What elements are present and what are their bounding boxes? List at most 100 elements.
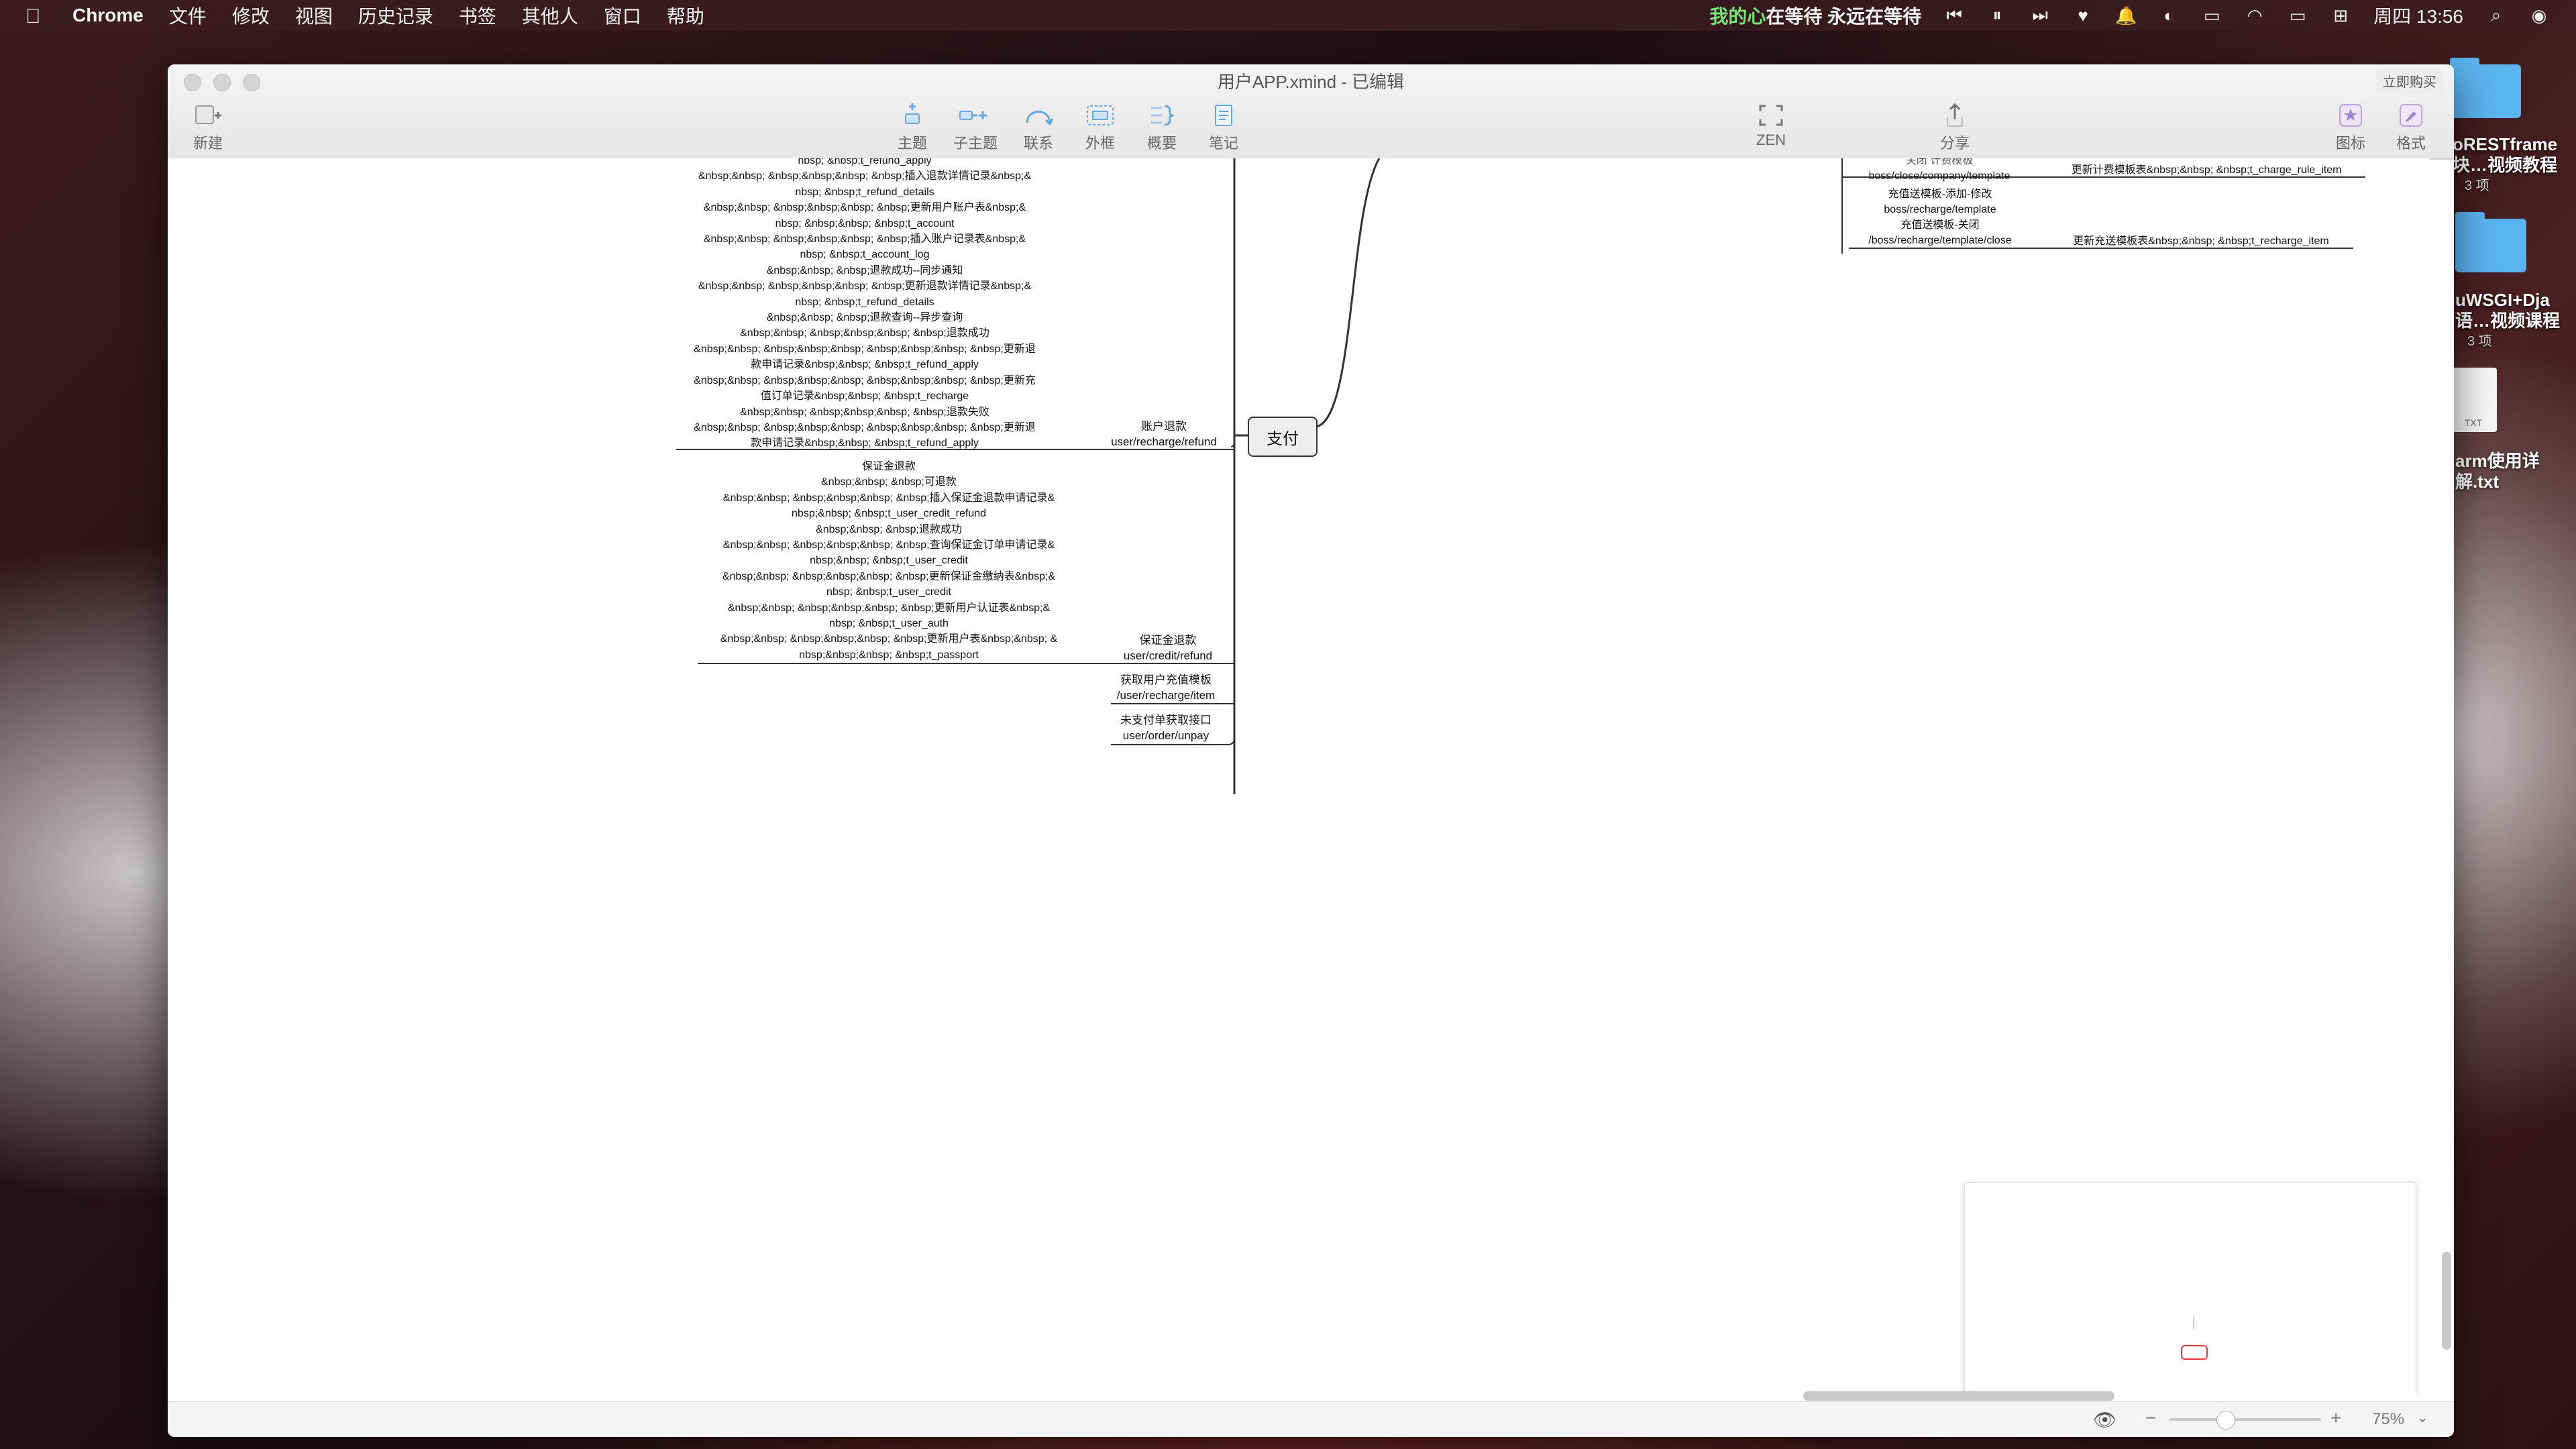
recharge-template-node[interactable]: 充值送模板-添加-修改 boss/recharge/template 充值送模板… bbox=[1849, 186, 2031, 248]
previous-track-icon[interactable]: ⏮ bbox=[1944, 5, 1964, 25]
chevron-down-icon[interactable]: ⌄ bbox=[2416, 1409, 2428, 1426]
zoom-level[interactable]: 75% bbox=[2372, 1410, 2404, 1429]
wifi-icon[interactable]: ◠ bbox=[2245, 5, 2265, 25]
clock[interactable]: 周四 13:56 bbox=[2373, 2, 2463, 29]
minimap-panel[interactable] bbox=[1964, 1182, 2416, 1395]
relation-icon bbox=[1005, 102, 1072, 129]
text-line: nbsp; &nbsp;t_account_log bbox=[800, 249, 930, 261]
node-title: 更新充送模板表&nbsp;&nbsp; &nbsp;t_recharge_ite… bbox=[2073, 235, 2329, 247]
siri-icon[interactable]: ◉ bbox=[2529, 5, 2549, 25]
account-refund-node[interactable]: 账户退款 user/recharge/refund bbox=[1100, 419, 1228, 449]
close-template-node[interactable]: 关闭 计费模板 boss/close/company/template bbox=[1849, 158, 2030, 184]
eye-icon[interactable]: 👁 bbox=[2093, 1409, 2117, 1431]
text-line: 款申请记录&nbsp;&nbsp; &nbsp;t_refund_apply bbox=[751, 359, 979, 371]
new-document-icon bbox=[174, 102, 241, 129]
credit-refund-text[interactable]: 保证金退款 &nbsp;&nbsp; &nbsp;可退款 &nbsp;&nbsp… bbox=[699, 459, 1079, 663]
pause-icon[interactable]: ⏸ bbox=[1987, 5, 2007, 25]
horizontal-scrollbar[interactable] bbox=[1803, 1391, 2114, 1401]
node-line: /boss/recharge/template/close bbox=[1868, 235, 2012, 246]
mindmap-canvas[interactable]: nbsp; &nbsp;t_refund_apply &nbsp;&nbsp; … bbox=[168, 158, 2430, 1395]
summary-button[interactable]: 概要 bbox=[1128, 102, 1195, 153]
refund-details-text[interactable]: nbsp; &nbsp;t_refund_apply &nbsp;&nbsp; … bbox=[675, 158, 1055, 451]
share-button[interactable]: 分享 bbox=[1921, 102, 1988, 153]
desktop-item-title-2: 块…视频教程 bbox=[2453, 155, 2558, 175]
text-file-icon[interactable]: TXT bbox=[2450, 368, 2497, 432]
icons-button[interactable]: 图标 bbox=[2317, 102, 2384, 153]
apple-icon[interactable]:  bbox=[25, 5, 43, 28]
text-line: nbsp; &nbsp;t_user_auth bbox=[829, 618, 949, 630]
zoom-out-button[interactable]: − bbox=[2145, 1407, 2156, 1429]
text-line: &nbsp;&nbsp; &nbsp;&nbsp;&nbsp; &nbsp;&n… bbox=[694, 421, 1036, 433]
credit-refund-node[interactable]: 保证金退款 user/credit/refund bbox=[1104, 633, 1232, 663]
desktop-folder-icon[interactable] bbox=[2455, 212, 2526, 272]
vpn-icon[interactable]: ◐ bbox=[2159, 5, 2179, 25]
zoom-slider[interactable] bbox=[2169, 1418, 2321, 1421]
battery-icon[interactable]: ▭ bbox=[2288, 5, 2308, 25]
boundary-button[interactable]: 外框 bbox=[1067, 102, 1134, 153]
unpay-order-node[interactable]: 未支付单获取接口 user/order/unpay bbox=[1106, 712, 1226, 743]
menu-app-name[interactable]: Chrome bbox=[72, 5, 144, 26]
desktop-item-arm-txt[interactable]: arm使用详 解.txt bbox=[2455, 451, 2540, 492]
airplay-icon[interactable]: ▭ bbox=[2202, 5, 2222, 25]
node-line: boss/recharge/template bbox=[1884, 204, 1996, 215]
menu-bar:  Chrome 文件 修改 视图 历史记录 书签 其他人 窗口 帮助 我的心在… bbox=[0, 0, 2576, 31]
text-line: &nbsp;&nbsp; &nbsp;&nbsp;&nbsp; &nbsp;更新… bbox=[720, 633, 1058, 645]
menu-edit[interactable]: 修改 bbox=[232, 2, 270, 29]
text-line: nbsp;&nbsp;&nbsp; &nbsp;t_passport bbox=[799, 649, 979, 661]
relation-button[interactable]: 联系 bbox=[1005, 102, 1072, 153]
spotlight-search-icon[interactable]: ⌕ bbox=[2486, 5, 2506, 25]
desktop-folder-icon[interactable] bbox=[2450, 58, 2521, 118]
node-line: 充值送模板-添加-修改 bbox=[1888, 189, 1992, 200]
desktop-item-title: uWSGI+Dja bbox=[2455, 290, 2550, 310]
desktop-item-restframework[interactable]: oRESTframe 块…视频教程 3 项 bbox=[2453, 134, 2557, 197]
text-line: &nbsp;&nbsp; &nbsp;退款成功 bbox=[816, 523, 962, 535]
menu-help[interactable]: 帮助 bbox=[667, 2, 704, 29]
minimap-content-dot bbox=[2193, 1317, 2194, 1329]
boundary-icon bbox=[1067, 102, 1134, 129]
subtopic-button[interactable]: 子主题 bbox=[942, 102, 1009, 153]
input-method-icon[interactable]: ⊞ bbox=[2330, 5, 2351, 25]
share-icon bbox=[1921, 102, 1988, 129]
text-line: &nbsp;&nbsp; &nbsp;&nbsp;&nbsp; &nbsp;&n… bbox=[694, 343, 1036, 355]
desktop-item-title-2: 语…视频课程 bbox=[2455, 311, 2561, 331]
now-playing[interactable]: 我的心在等待 永远在等待 bbox=[1709, 2, 1921, 29]
text-line: 值订单记录&nbsp;&nbsp; &nbsp;t_recharge bbox=[760, 390, 969, 402]
share-label: 分享 bbox=[1939, 135, 1970, 152]
now-playing-title: 我的心 bbox=[1709, 6, 1766, 27]
zoom-in-button[interactable]: + bbox=[2330, 1407, 2341, 1429]
minimap-viewport[interactable] bbox=[2181, 1345, 2208, 1360]
new-button[interactable]: 新建 bbox=[174, 102, 241, 153]
text-line: &nbsp;&nbsp; &nbsp;退款查询--异步查询 bbox=[766, 312, 963, 324]
buy-now-button[interactable]: 立即购买 bbox=[2376, 68, 2443, 93]
text-line: &nbsp;&nbsp; &nbsp;&nbsp;&nbsp; &nbsp;查询… bbox=[722, 539, 1055, 551]
menu-view[interactable]: 视图 bbox=[295, 2, 333, 29]
central-topic-pay[interactable]: 支付 bbox=[1248, 417, 1318, 457]
menu-history[interactable]: 历史记录 bbox=[358, 2, 433, 29]
menu-bookmarks[interactable]: 书签 bbox=[459, 2, 496, 29]
fullscreen-icon bbox=[1737, 102, 1805, 129]
status-bar: 👁 − + 75% ⌄ bbox=[168, 1401, 2454, 1437]
topic-button[interactable]: 主题 bbox=[879, 102, 946, 153]
subtopic-icon bbox=[942, 102, 1009, 129]
recharge-item-update-node[interactable]: 更新充送模板表&nbsp;&nbsp; &nbsp;t_recharge_ite… bbox=[2050, 233, 2352, 249]
format-button[interactable]: 格式 bbox=[2377, 102, 2445, 153]
heart-icon[interactable]: ♥ bbox=[2073, 5, 2093, 25]
topic-icon bbox=[879, 102, 946, 129]
zoom-slider-knob[interactable] bbox=[2216, 1411, 2235, 1430]
zen-label: ZEN bbox=[1756, 131, 1786, 148]
zen-button[interactable]: ZEN bbox=[1737, 102, 1805, 149]
next-track-icon[interactable]: ⏭ bbox=[2030, 5, 2050, 25]
text-line: nbsp; &nbsp;t_user_credit bbox=[826, 586, 951, 598]
recharge-item-node[interactable]: 获取用户充值模板 /user/recharge/item bbox=[1106, 672, 1226, 703]
boundary-label: 外框 bbox=[1085, 135, 1115, 152]
text-line: &nbsp;&nbsp; &nbsp;可退款 bbox=[821, 476, 957, 488]
text-line: &nbsp;&nbsp; &nbsp;&nbsp;&nbsp; &nbsp;插入… bbox=[703, 233, 1026, 246]
notes-button[interactable]: 笔记 bbox=[1190, 102, 1257, 153]
notification-bell-icon[interactable]: 🔔 bbox=[2115, 5, 2137, 25]
menu-file[interactable]: 文件 bbox=[169, 2, 207, 29]
menu-window[interactable]: 窗口 bbox=[604, 2, 641, 29]
desktop-item-uwsgi[interactable]: uWSGI+Dja 语…视频课程 3 项 bbox=[2455, 290, 2560, 352]
charge-rule-node[interactable]: 更新计费模板表&nbsp;&nbsp; &nbsp;t_charge_rule_… bbox=[2050, 162, 2363, 178]
vertical-scrollbar[interactable] bbox=[2442, 1252, 2451, 1350]
menu-people[interactable]: 其他人 bbox=[522, 2, 578, 29]
